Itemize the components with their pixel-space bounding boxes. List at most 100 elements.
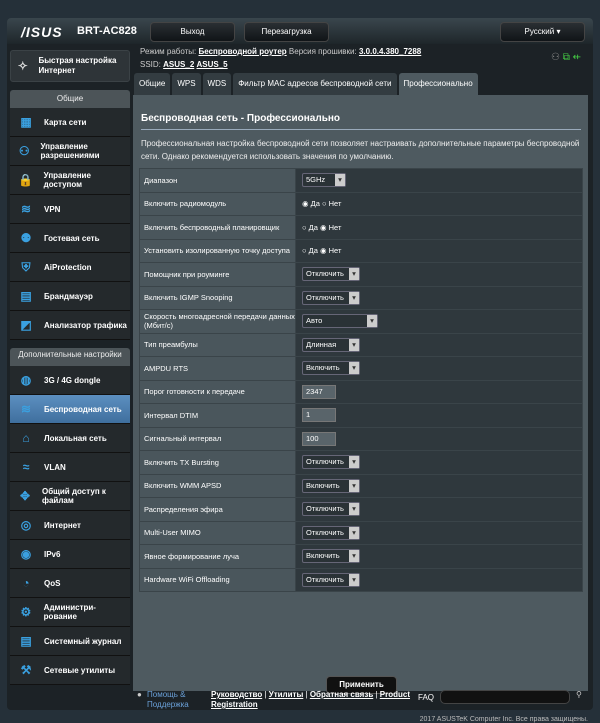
setting-input[interactable]: 100 xyxy=(302,431,336,446)
setting-value: 100 xyxy=(295,426,583,451)
quick-setup-label: Быстрая настройка Интернет xyxy=(38,56,117,75)
setting-value: Отключить xyxy=(295,285,583,310)
sidebar-item-home[interactable]: ⌂ Локальная сеть xyxy=(10,424,130,453)
sidebar-item-vpn[interactable]: ≋ VPN xyxy=(10,195,130,224)
footer-link[interactable]: Обратная связь xyxy=(310,690,373,699)
sidebar-item-label: QoS xyxy=(44,578,61,588)
radio-option[interactable]: ◉ Нет xyxy=(320,246,341,255)
admin-icon: ⚙ xyxy=(20,604,32,619)
tab-1[interactable]: WPS xyxy=(172,73,201,95)
setting-label: Установить изолированную точку доступа xyxy=(139,238,296,263)
sidebar-item-label: Сетевые утилиты xyxy=(44,665,116,675)
sidebar-item-chart[interactable]: ◩ Анализатор трафика xyxy=(10,311,130,340)
sidebar-item-shield[interactable]: ⛨ AiProtection xyxy=(10,253,130,282)
setting-select[interactable]: Отключить xyxy=(302,290,360,305)
tab-0[interactable]: Общие xyxy=(134,73,171,95)
sidebar-item-tools[interactable]: ⚒ Сетевые утилиты xyxy=(10,656,130,685)
setting-select[interactable]: Включить xyxy=(302,478,360,493)
setting-row: Скорость многоадресной передачи данных (… xyxy=(139,309,583,334)
sidebar-item-globe[interactable]: ◍ 3G / 4G dongle xyxy=(10,366,130,395)
sidebar-item-users[interactable]: ⚇ Управление разрешениями xyxy=(10,137,130,166)
sidebar-item-map[interactable]: ▦ Карта сети xyxy=(10,108,130,137)
footer-link[interactable]: Руководство xyxy=(211,690,262,699)
radio-label: Нет xyxy=(328,222,342,232)
usb-icon[interactable]: ⇷ xyxy=(573,52,581,63)
radio-option[interactable]: ◉ Нет xyxy=(320,223,341,232)
quick-setup-button[interactable]: ✧ Быстрая настройка Интернет xyxy=(10,50,130,82)
setting-select[interactable]: Включить xyxy=(302,549,360,564)
wifi-icon: ≋ xyxy=(20,401,32,416)
radio-option[interactable]: ◉ Да xyxy=(302,199,320,208)
language-select[interactable]: Русский ▾ xyxy=(500,22,585,42)
tab-3[interactable]: Фильтр MAC адресов беспроводной сети xyxy=(233,73,397,95)
select-value: Отключить xyxy=(306,527,344,537)
settings-table: Диапазон5GHzВключить радиомодуль◉ Да ○ Н… xyxy=(139,168,583,592)
setting-select[interactable]: Авто xyxy=(302,314,378,329)
page-description: Профессиональная настройка беспроводной … xyxy=(141,139,580,161)
setting-select[interactable]: Включить xyxy=(302,361,360,376)
sidebar-item-lock[interactable]: 🔒 Управление доступом xyxy=(10,166,130,195)
mode-label: Режим работы: xyxy=(140,47,197,56)
radio-icon: ○ xyxy=(302,222,307,232)
setting-select[interactable]: 5GHz xyxy=(302,173,346,188)
setting-input[interactable]: 2347 xyxy=(302,384,336,399)
radio-option[interactable]: ○ Да xyxy=(302,223,318,232)
sidebar-item-internet[interactable]: ◎ Интернет xyxy=(10,511,130,540)
tab-4[interactable]: Профессионально xyxy=(398,73,478,95)
sidebar-item-qos[interactable]: ◔ QoS xyxy=(10,569,130,598)
setting-select[interactable]: Отключить xyxy=(302,455,360,470)
sidebar-item-ipv6[interactable]: ◉ IPv6 xyxy=(10,540,130,569)
setting-label: Hardware WiFi Offloading xyxy=(139,567,296,592)
setting-value: Отключить xyxy=(295,450,583,475)
sidebar-item-guest[interactable]: ⚉ Гостевая сеть xyxy=(10,224,130,253)
globe-icon: ◍ xyxy=(20,372,32,387)
top-bar: /ISUS BRT-AC828 Выход Перезагрузка Русск… xyxy=(7,18,593,44)
sidebar-item-label: VLAN xyxy=(44,462,66,472)
radio-label: Да xyxy=(308,246,318,256)
reboot-button[interactable]: Перезагрузка xyxy=(244,22,329,42)
radio-icon: ◉ xyxy=(319,222,327,232)
select-value: Включить xyxy=(306,363,340,373)
network-icon[interactable]: ⧉ xyxy=(563,52,570,63)
fw-link[interactable]: 3.0.0.4.380_7288 xyxy=(359,47,421,56)
sidebar-item-vlan[interactable]: ≈ VLAN xyxy=(10,453,130,482)
radio-option[interactable]: ○ Да xyxy=(302,246,318,255)
setting-select[interactable]: Отключить xyxy=(302,525,360,540)
radio-option[interactable]: ○ Нет xyxy=(322,199,341,208)
logout-button[interactable]: Выход xyxy=(150,22,235,42)
select-value: Длинная xyxy=(306,339,337,349)
clients-icon[interactable]: ⚇ xyxy=(551,52,560,63)
setting-label: Включить WMM APSD xyxy=(139,473,296,498)
sidebar-item-admin[interactable]: ⚙ Администри- рование xyxy=(10,598,130,627)
setting-input[interactable]: 1 xyxy=(302,408,336,423)
status-icons: ⚇ ⧉ ⇷ xyxy=(551,52,581,63)
model-name: BRT-AC828 xyxy=(77,25,137,37)
sidebar-item-share[interactable]: ✥ Общий доступ к файлам xyxy=(10,482,130,511)
sidebar-item-firewall[interactable]: ▤ Брандмауэр xyxy=(10,282,130,311)
setting-select[interactable]: Отключить xyxy=(302,502,360,517)
tab-2[interactable]: WDS xyxy=(202,73,232,95)
ssid-2[interactable]: ASUS_5 xyxy=(197,60,228,69)
footer-link[interactable]: Утилиты xyxy=(269,690,304,699)
setting-value: 2347 xyxy=(295,379,583,404)
sidebar-item-wifi[interactable]: ≋ Беспроводная сеть xyxy=(10,395,130,424)
select-value: Отключить xyxy=(306,457,344,467)
setting-value: Отключить xyxy=(295,520,583,545)
select-value: Авто xyxy=(306,316,323,326)
sidebar-item-label: Локальная сеть xyxy=(44,433,107,443)
setting-value: Длинная xyxy=(295,332,583,357)
help-support-link[interactable]: Помощь & Поддержка xyxy=(147,690,197,710)
setting-select[interactable]: Длинная xyxy=(302,337,360,352)
mode-link[interactable]: Беспроводной роутер xyxy=(199,47,287,56)
setting-select[interactable]: Отключить xyxy=(302,572,360,587)
setting-value: Отключить xyxy=(295,262,583,287)
setting-label: Помощник при роуминге xyxy=(139,262,296,287)
faq-search-input[interactable] xyxy=(440,690,570,704)
setting-select[interactable]: Отключить xyxy=(302,267,360,282)
radio-label: Да xyxy=(310,199,320,209)
ssid-1[interactable]: ASUS_2 xyxy=(163,60,194,69)
select-value: Отключить xyxy=(306,504,344,514)
search-icon[interactable]: ⚲ xyxy=(576,690,582,699)
sidebar-item-label: Беспроводная сеть xyxy=(44,404,122,414)
sidebar-item-log[interactable]: ▤ Системный журнал xyxy=(10,627,130,656)
